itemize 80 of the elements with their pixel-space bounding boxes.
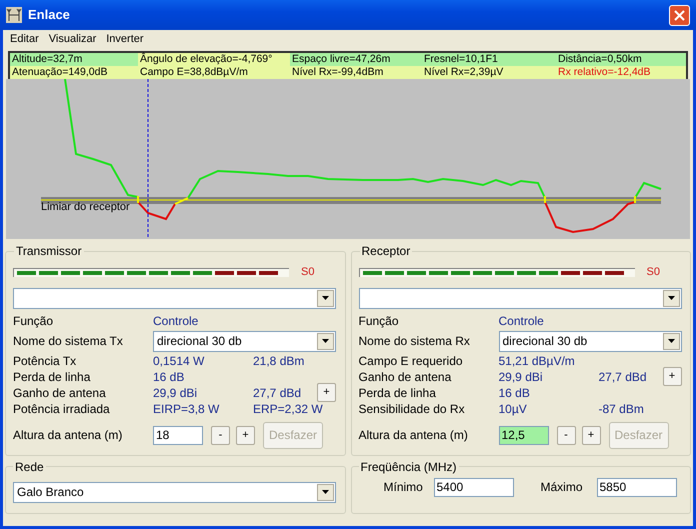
info-cell: Ângulo de elevação=-4,769°	[138, 53, 290, 66]
small-button[interactable]: +	[317, 383, 336, 402]
caret-icon	[322, 339, 329, 343]
meter-reading: S0	[646, 265, 660, 280]
dropdown-field[interactable]	[358, 288, 682, 308]
field-label: Perda de linha	[13, 368, 92, 384]
menu-item[interactable]: Editar	[5, 31, 44, 46]
info-cell: Altitude=32,7m	[10, 53, 138, 66]
info-cell: Distância=0,50km	[556, 53, 686, 66]
dropdown-button[interactable]	[662, 290, 680, 306]
field-label: Nome do sistema Rx	[358, 332, 471, 350]
info-cell: Rx relativo=-12,4dB	[556, 66, 686, 79]
info-cell: Fresnel=10,1F1	[422, 53, 556, 66]
info-cell: Nível Rx=2,39µV	[422, 66, 556, 79]
field-label: Função	[358, 312, 400, 330]
caret-icon	[322, 296, 329, 300]
field-label: Ganho de antena	[358, 368, 452, 384]
field-value: -87 dBm	[598, 400, 644, 416]
group-title: Transmissor	[15, 243, 83, 260]
dropdown-field[interactable]: Galo Branco	[13, 482, 336, 502]
field-value: Controle	[153, 312, 200, 330]
input-field[interactable]: 5400	[434, 478, 514, 496]
group-title: Receptor	[360, 243, 412, 260]
dropdown-button[interactable]	[662, 332, 680, 350]
window-title: Enlace	[28, 6, 70, 24]
field-label: Nome do sistema Tx	[13, 332, 124, 350]
field-label: Mínimo	[384, 479, 424, 496]
close-icon	[674, 10, 685, 20]
menu-item[interactable]: Visualizar	[44, 31, 102, 46]
field-label: Perda de linha	[358, 384, 437, 400]
small-button[interactable]: +	[662, 367, 682, 386]
field-label: Campo E requerido	[358, 352, 464, 368]
field-value: 29,9 dBi	[153, 384, 198, 400]
input-field[interactable]: 5850	[596, 478, 676, 496]
meter-reading: S0	[301, 265, 314, 280]
field-label: Ganho de antena	[13, 384, 107, 400]
caret-icon	[668, 296, 674, 300]
small-button[interactable]: +	[236, 426, 255, 444]
field-value: 27,7 dBd	[253, 384, 302, 400]
info-cell: Atenuação=149,0dB	[10, 66, 138, 79]
field-label: Altura da antena (m)	[358, 427, 469, 444]
field-value: 16 dB	[498, 384, 531, 400]
dropdown-field[interactable]: direcional 30 db	[153, 330, 336, 352]
dropdown-field[interactable]	[13, 288, 336, 308]
caret-icon	[668, 339, 674, 343]
group-title: Rede	[14, 458, 45, 476]
field-value: 27,7 dBd	[598, 368, 647, 384]
field-value: Controle	[498, 312, 545, 330]
menu-item[interactable]: Inverter	[101, 31, 149, 46]
close-button[interactable]	[669, 4, 690, 26]
field-value: 0,1514 W	[153, 352, 206, 368]
info-cell: Nível Rx=-99,4dBm	[290, 66, 422, 79]
dropdown-button[interactable]	[317, 484, 334, 500]
field-value: 21,8 dBm	[253, 352, 304, 368]
field-label: Potência irradiada	[13, 400, 111, 416]
field-value: 51,21 dBµV/m	[498, 352, 576, 368]
field-value: 10µV	[498, 400, 528, 416]
info-cell: Campo E=38,8dBµV/m	[138, 66, 290, 79]
group-title: Freqüência (MHz)	[360, 458, 458, 476]
dropdown-field[interactable]: direcional 30 db	[498, 330, 682, 352]
caret-icon	[322, 490, 329, 494]
field-value: EIRP=3,8 W	[153, 400, 220, 416]
info-cell: Espaço livre=47,26m	[290, 53, 422, 66]
field-label: Potência Tx	[13, 352, 78, 368]
field-value: ERP=2,32 W	[253, 400, 323, 416]
threshold-label: Limiar do receptor	[41, 201, 130, 214]
field-label: Função	[13, 312, 54, 330]
input-field[interactable]: 12,5	[498, 426, 548, 444]
field-label: Máximo	[540, 479, 584, 496]
dropdown-button[interactable]	[317, 332, 334, 350]
small-button[interactable]: +	[582, 426, 600, 444]
antenna-icon	[6, 7, 22, 23]
small-button[interactable]: -	[556, 426, 576, 444]
field-value: 29,9 dBi	[498, 368, 544, 384]
field-label: Altura da antena (m)	[13, 427, 124, 444]
input-field[interactable]: 18	[153, 426, 203, 444]
field-value: 16 dB	[153, 368, 186, 384]
field-label: Sensibilidade do Rx	[358, 400, 466, 416]
dropdown-button[interactable]	[317, 290, 334, 306]
small-button[interactable]: -	[211, 426, 230, 444]
